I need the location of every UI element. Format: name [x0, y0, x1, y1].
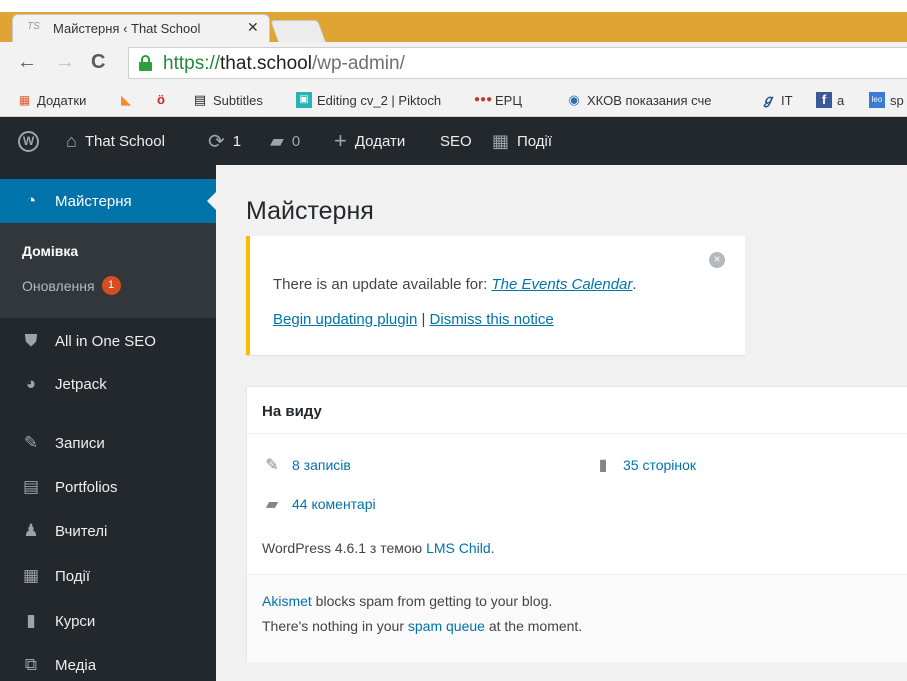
sidebar-item-portfolios[interactable]: ▤ Portfolios: [0, 467, 216, 507]
main-content: Майстерня × There is an update available…: [216, 165, 907, 681]
theme-link[interactable]: LMS Child: [426, 540, 491, 556]
wp-admin-bar: W ⌂ That School ⟳ 1 ▰ 0 + Додати SEO ▦ П…: [0, 117, 907, 165]
calendar-icon: ▦: [492, 130, 510, 151]
portfolio-icon: ▤: [22, 477, 40, 496]
widget-header[interactable]: На виду: [247, 387, 907, 434]
updates-badge: 1: [101, 276, 121, 295]
bookmark-subtitles[interactable]: ▤ Subtitles: [192, 92, 263, 108]
bookmark-cat[interactable]: ◣: [118, 92, 139, 108]
sidebar-item-media[interactable]: ⧉ Медіа: [0, 645, 216, 681]
globe-icon: ◉: [568, 92, 580, 107]
bookmark-facebook[interactable]: f a: [816, 92, 844, 108]
spam-queue-link[interactable]: spam queue: [408, 618, 485, 634]
dots-icon: ●●●: [474, 94, 493, 105]
posts-count-link[interactable]: ✎ 8 записів: [262, 455, 351, 475]
tab-close-icon[interactable]: ✕: [247, 19, 259, 36]
bookmark-piktochart[interactable]: ▣ Editing cv_2 | Piktoch: [296, 92, 459, 108]
at-a-glance-widget: На виду ✎ 8 записів ▮ 35 сторінок ▰ 44 к…: [246, 386, 907, 662]
media-icon: ⧉: [24, 655, 38, 674]
sidebar-item-events[interactable]: ▦ Події: [0, 556, 216, 596]
bookmark-letter[interactable]: ö: [153, 92, 174, 108]
comment-icon: ▰: [265, 496, 279, 513]
book-icon: ▮: [26, 611, 36, 630]
submenu-updates[interactable]: Оновлення 1: [22, 276, 121, 295]
akismet-link[interactable]: Akismet: [262, 593, 312, 609]
add-new-link[interactable]: + Додати: [334, 117, 405, 165]
admin-sidebar: ◔ Майстерня Домівка Оновлення 1 ⛊ All in…: [0, 165, 216, 681]
pages-icon: ▮: [598, 457, 608, 474]
people-icon: ♟: [23, 521, 39, 540]
notice-dismiss-icon[interactable]: ×: [709, 252, 725, 268]
dashboard-icon: ◔: [25, 191, 37, 210]
browser-toolbar: ← → C https://that.school/wp-admin/: [0, 42, 907, 84]
dashboard-submenu: Домівка Оновлення 1: [0, 223, 216, 318]
site-favicon-icon: TS: [27, 21, 40, 32]
current-arrow: [207, 192, 216, 210]
pages-count-link[interactable]: ▮ 35 сторінок: [593, 455, 696, 475]
address-bar[interactable]: https://that.school/wp-admin/: [128, 47, 907, 79]
plugin-link[interactable]: The Events Calendar: [491, 276, 632, 293]
it-icon: ℊ: [761, 92, 775, 107]
plus-icon: +: [334, 128, 347, 153]
sidebar-item-dashboard[interactable]: ◔ Майстерня: [0, 179, 216, 223]
bookmark-hkov[interactable]: ◉ ХКОВ показания сче: [566, 92, 735, 108]
apps-icon: ▦: [18, 93, 30, 107]
notice-actions: Begin updating plugin | Dismiss this not…: [273, 311, 554, 328]
sidebar-item-courses[interactable]: ▮ Курси: [0, 601, 216, 641]
home-icon: ⌂: [66, 130, 77, 151]
calendar-icon: ▦: [22, 566, 40, 585]
piktochart-icon: ▣: [296, 92, 312, 108]
sidebar-item-all-in-one-seo[interactable]: ⛊ All in One SEO: [0, 321, 216, 361]
wp-version-text: WordPress 4.6.1 з темою LMS Child.: [262, 540, 495, 556]
bookmark-apps[interactable]: ▦ Додатки: [16, 92, 87, 108]
forward-arrow-icon[interactable]: →: [55, 51, 75, 74]
new-tab-button[interactable]: [269, 20, 327, 42]
events-link[interactable]: ▦ Події: [492, 117, 552, 165]
bookmark-erc[interactable]: ●●● ЕРЦ: [474, 92, 522, 108]
comment-icon: ▰: [270, 130, 284, 151]
letter-icon: ö: [157, 92, 165, 107]
spam-line: There's nothing in your spam queue at th…: [262, 618, 583, 634]
akismet-section: Akismet blocks spam from getting to your…: [247, 574, 907, 662]
film-icon: ▤: [193, 92, 207, 107]
updates-link[interactable]: ⟳ 1: [208, 117, 241, 165]
pin-icon: ✎: [23, 433, 39, 452]
tab-title: Майстерня ‹ That School: [53, 21, 201, 36]
cat-icon: ◣: [121, 92, 131, 107]
bookmarks-bar: ▦ Додатки ◣ ö ▤ Subtitles ▣ Editing cv_2…: [0, 84, 907, 117]
comments-count-link[interactable]: ▰ 44 коментарі: [262, 494, 376, 514]
reload-icon[interactable]: C: [91, 51, 105, 74]
page-title: Майстерня: [246, 197, 374, 225]
sidebar-item-posts[interactable]: ✎ Записи: [0, 423, 216, 463]
sidebar-item-teachers[interactable]: ♟ Вчителі: [0, 511, 216, 551]
akismet-line: Akismet blocks spam from getting to your…: [262, 593, 553, 609]
lock-icon[interactable]: [139, 55, 152, 71]
begin-update-link[interactable]: Begin updating plugin: [273, 311, 417, 328]
leo-icon: leo: [869, 92, 885, 108]
pin-icon: ✎: [265, 457, 279, 474]
site-name-link[interactable]: ⌂ That School: [66, 117, 165, 165]
back-arrow-icon[interactable]: ←: [17, 51, 37, 74]
tab-strip: TS Майстерня ‹ That School ✕: [0, 12, 907, 42]
widget-title: На виду: [262, 403, 322, 420]
bookmark-leo[interactable]: leo sp: [869, 92, 904, 108]
dismiss-notice-link[interactable]: Dismiss this notice: [430, 311, 554, 328]
jetpack-icon: ◕: [25, 374, 37, 393]
bookmark-it[interactable]: ℊ IT: [760, 92, 792, 108]
refresh-icon: ⟳: [208, 130, 225, 153]
caption-strip: [0, 0, 907, 12]
facebook-icon: f: [816, 92, 832, 108]
sidebar-item-jetpack[interactable]: ◕ Jetpack: [0, 364, 216, 404]
wp-logo-icon[interactable]: W: [18, 117, 39, 165]
notice-text: There is an update available for: The Ev…: [273, 276, 637, 293]
seo-link[interactable]: SEO: [440, 117, 472, 165]
url-text[interactable]: https://that.school/wp-admin/: [163, 53, 405, 75]
browser-tab[interactable]: TS Майстерня ‹ That School ✕: [12, 14, 270, 42]
shield-icon: ⛊: [24, 331, 38, 350]
update-notice: × There is an update available for: The …: [246, 236, 745, 355]
comments-link[interactable]: ▰ 0: [270, 117, 300, 165]
submenu-home[interactable]: Домівка: [22, 243, 78, 259]
